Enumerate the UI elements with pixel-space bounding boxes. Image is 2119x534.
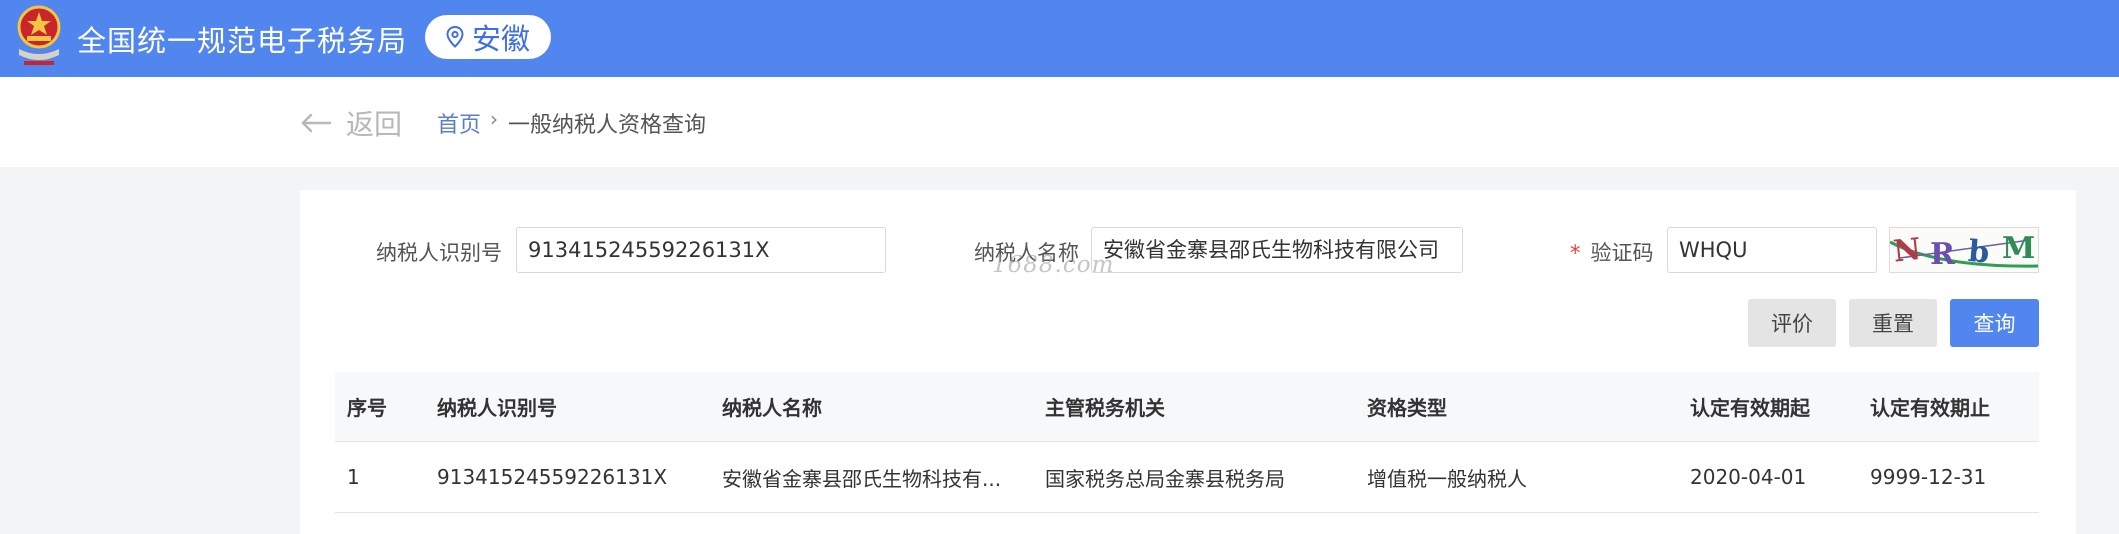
breadcrumb-home-link[interactable]: 首页 [437,107,481,139]
captcha-input[interactable]: WHQU [1667,227,1877,273]
column-header: 资格类型 [1367,396,1447,420]
breadcrumb-current: 一般纳税人资格查询 [508,113,707,138]
national-emblem-icon [17,5,61,65]
column-header: 纳税人识别号 [437,396,557,420]
table-cell: 1 [347,465,360,489]
table-cell: 91341524559226131X [437,465,668,489]
required-mark: * [1570,241,1581,265]
taxpayer-name-input[interactable]: 安徽省金寨县邵氏生物科技有限公司 [1091,227,1463,273]
evaluate-button[interactable]: 评价 [1748,299,1836,347]
query-button[interactable]: 查询 [1950,299,2039,347]
captcha-label: * 验证码 [1570,237,1654,267]
back-label: 返回 [346,108,403,141]
table-cell: 增值税一般纳税人 [1367,466,1527,491]
captcha-label-text: 验证码 [1590,241,1654,265]
location-pin-icon [446,26,464,48]
back-button[interactable]: 返回 [300,105,402,141]
column-header: 主管税务机关 [1045,396,1165,420]
column-header: 纳税人名称 [722,396,822,420]
table-cell: 2020-04-01 [1690,465,1807,489]
region-selector[interactable]: 安徽 [425,15,551,59]
table-cell: 9999-12-31 [1870,465,1987,489]
captcha-char-3: b [1967,234,1991,271]
top-header: 全国统一规范电子税务局 安徽 [0,0,2119,77]
captcha-char-2: R [1930,237,1956,272]
site-title: 全国统一规范电子税务局 [77,24,408,58]
taxpayer-id-label: 纳税人识别号 [376,241,502,265]
column-header: 认定有效期起 [1690,396,1810,420]
query-card: 纳税人识别号 91341524559226131X 纳税人名称 安徽省金寨县邵氏… [300,190,2076,534]
table-cell: 安徽省金寨县邵氏生物科技有... [722,466,1002,491]
table-header: 序号 纳税人识别号 纳税人名称 主管税务机关 资格类型 认定有效期起 认定有效期… [335,372,2039,442]
captcha-image[interactable]: N R b M [1889,227,2039,273]
captcha-graphic: N R b M [1890,228,2038,272]
column-header: 序号 [347,396,387,420]
arrow-left-icon [301,113,332,133]
table-cell: 国家税务总局金寨县税务局 [1045,466,1285,491]
breadcrumb-separator: › [490,107,498,131]
column-header: 认定有效期止 [1870,396,1990,420]
taxpayer-id-input[interactable]: 91341524559226131X [516,227,886,273]
breadcrumb-bar: 返回 首页 › 一般纳税人资格查询 [0,77,2119,167]
table-row: 1 91341524559226131X 安徽省金寨县邵氏生物科技有... 国家… [335,442,2039,513]
captcha-char-4: M [2002,231,2035,266]
watermark: 1688.com [992,252,1115,278]
reset-button[interactable]: 重置 [1849,299,1937,347]
region-name: 安徽 [471,22,530,56]
captcha-char-1: N [1892,232,1923,270]
